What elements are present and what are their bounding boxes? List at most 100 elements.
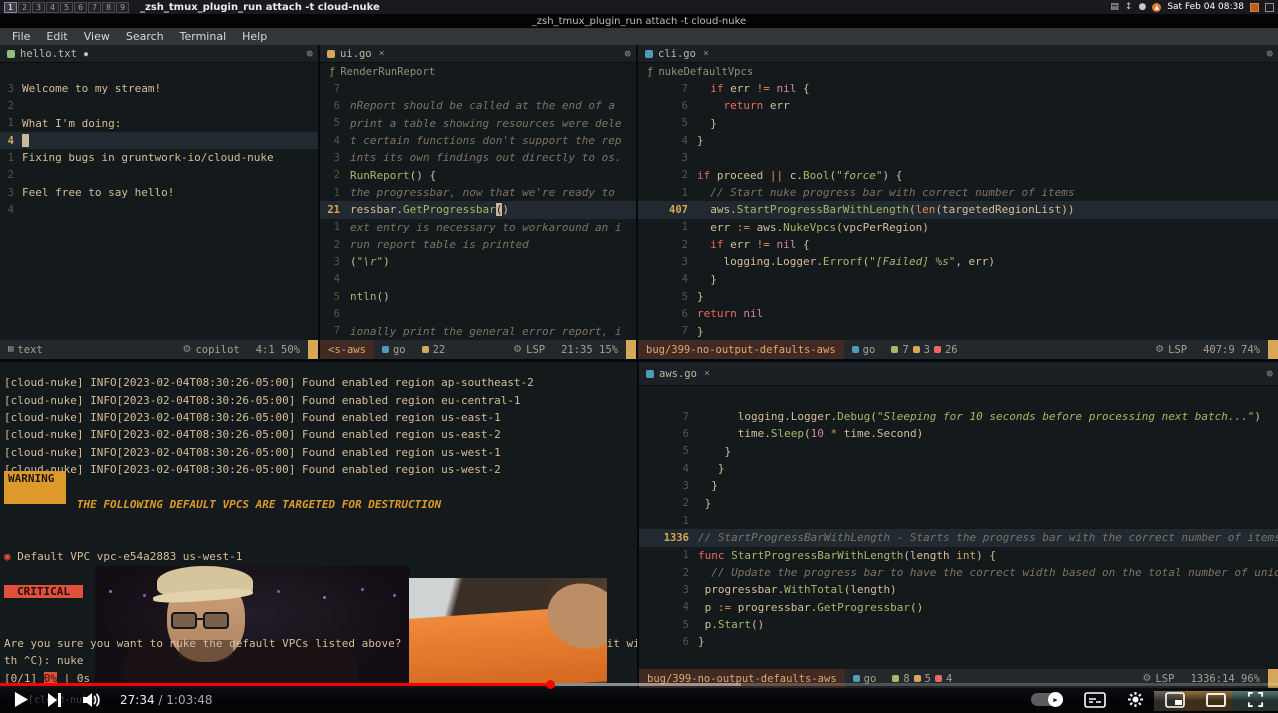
code-area[interactable]: 76nReport should be called at the end of… xyxy=(320,80,636,340)
next-button[interactable] xyxy=(48,693,62,707)
code-area[interactable]: 7 logging.Logger.Debug("Sleeping for 10 … xyxy=(639,408,1278,651)
player-controls: 27:34 / 1:03:48 ▶ xyxy=(0,686,1278,713)
tab-aws-go[interactable]: aws.go × xyxy=(644,368,710,380)
go-file-icon xyxy=(327,50,335,58)
token: ntln xyxy=(350,290,377,303)
pane-divider[interactable] xyxy=(318,45,320,359)
line-text: if proceed || c.Bool("force") { xyxy=(697,169,902,182)
pane-close-icon[interactable]: ⊗ xyxy=(1266,47,1273,60)
line-number: 1 xyxy=(638,187,697,199)
code-line: 5print a table showing resources were de… xyxy=(320,115,636,132)
tab-close-icon[interactable]: × xyxy=(379,48,385,59)
fullscreen-icon[interactable] xyxy=(1247,691,1264,708)
workspace-grid-icon[interactable] xyxy=(1250,3,1259,12)
autoplay-knob-icon: ▶ xyxy=(1048,692,1063,707)
token: Bool xyxy=(803,169,830,182)
workspace-button-6[interactable]: 6 xyxy=(74,2,87,13)
screen-record-icon[interactable]: ▲ xyxy=(1152,3,1161,12)
token: GetProgressbar xyxy=(817,601,910,614)
miniplayer-icon[interactable] xyxy=(1165,692,1185,708)
token: "Sleeping for 10 seconds before processi… xyxy=(877,410,1255,423)
clock[interactable]: Sat Feb 04 08:38 xyxy=(1167,2,1244,12)
line-text: ("\r") xyxy=(350,255,390,268)
line-text: // StartProgressBarWithLength - Starts t… xyxy=(698,531,1278,544)
editor-pane-aws-go: aws.go × ⊗ 7 logging.Logger.Debug("Sleep… xyxy=(639,362,1278,688)
vpc-bullet-icon: ◉ xyxy=(4,550,11,563)
settings-gear-icon[interactable] xyxy=(1127,691,1144,708)
code-line: 7 logging.Logger.Debug("Sleeping for 10 … xyxy=(639,408,1278,425)
terminal-line: [cloud-nuke] INFO[2023-02-04T08:30:26-05… xyxy=(4,461,637,478)
pane-close-icon[interactable]: ⊗ xyxy=(1266,367,1273,380)
active-window-title: _zsh_tmux_plugin_run attach -t cloud-nuk… xyxy=(140,2,380,13)
line-number: 1 xyxy=(320,187,350,199)
code-area[interactable]: 3Welcome to my stream!21What I'm doing:4… xyxy=(0,80,318,340)
line-text: run report table is printed xyxy=(350,238,529,251)
line-text: if err != nil { xyxy=(697,238,810,251)
line-number: 1336 xyxy=(639,532,698,544)
code-line: 2 // Update the progress bar to have the… xyxy=(639,564,1278,581)
go-file-icon xyxy=(645,50,653,58)
pane-divider[interactable] xyxy=(637,362,639,688)
volume-icon[interactable] xyxy=(81,692,101,708)
workspace-button-4[interactable]: 4 xyxy=(46,2,59,13)
menu-file[interactable]: File xyxy=(4,30,38,43)
workspace-button-1[interactable]: 1 xyxy=(4,2,17,13)
menu-view[interactable]: View xyxy=(76,30,118,43)
pane-close-icon[interactable]: ⊗ xyxy=(306,47,313,60)
subtitles-icon[interactable] xyxy=(1084,692,1106,708)
pane-close-icon[interactable]: ⊗ xyxy=(624,47,631,60)
time-display: 27:34 / 1:03:48 xyxy=(120,693,213,707)
token: t certain functions don't support the re… xyxy=(350,134,622,147)
pane-divider[interactable] xyxy=(636,45,638,359)
autoplay-toggle[interactable]: ▶ xyxy=(1031,693,1063,706)
player-right-controls: ▶ xyxy=(1031,691,1264,708)
token: "\r" xyxy=(357,255,384,268)
code-line: 5 } xyxy=(638,115,1278,132)
code-line: 3 progressbar.WithTotal(length) xyxy=(639,581,1278,598)
tab-close-icon[interactable]: × xyxy=(703,48,709,59)
menu-help[interactable]: Help xyxy=(234,30,275,43)
token xyxy=(22,134,29,147)
token xyxy=(4,498,77,511)
workspace-button-3[interactable]: 3 xyxy=(32,2,45,13)
network-icon[interactable]: ↕ xyxy=(1125,3,1133,12)
volume-tray-icon[interactable]: ● xyxy=(1138,3,1146,12)
code-line xyxy=(0,323,318,340)
tab-hello-txt[interactable]: hello.txt ● xyxy=(5,48,88,60)
git-branch[interactable]: bug/399-no-output-defaults-aws xyxy=(638,340,844,359)
session-icon[interactable] xyxy=(1265,3,1274,12)
menu-edit[interactable]: Edit xyxy=(38,30,75,43)
token: err xyxy=(770,99,790,112)
line-number: 1 xyxy=(638,221,697,233)
menu-terminal[interactable]: Terminal xyxy=(172,30,235,43)
added-diagnostic-icon xyxy=(892,675,899,682)
code-area[interactable]: 7 if err != nil {6 return err5 }4}32if p… xyxy=(638,80,1278,340)
code-line: 7ionally print the general error report,… xyxy=(320,323,636,340)
tab-ui-go[interactable]: ui.go × xyxy=(325,48,385,60)
line-number: 2 xyxy=(0,169,22,181)
token: } xyxy=(698,479,718,492)
pane-divider[interactable] xyxy=(0,359,1278,362)
git-branch[interactable]: <s-aws xyxy=(320,340,374,359)
code-line: 1func StartProgressBarWithLength(length … xyxy=(639,547,1278,564)
menu-search[interactable]: Search xyxy=(118,30,172,43)
go-icon xyxy=(852,346,859,353)
workspace-button-7[interactable]: 7 xyxy=(88,2,101,13)
play-button[interactable] xyxy=(14,691,29,708)
code-line: 2RunReport() { xyxy=(320,167,636,184)
workspace-button-5[interactable]: 5 xyxy=(60,2,73,13)
desktop-panel: 123456789 _zsh_tmux_plugin_run attach -t… xyxy=(0,0,1278,14)
workspace-button-9[interactable]: 9 xyxy=(116,2,129,13)
workspace-button-8[interactable]: 8 xyxy=(102,2,115,13)
tab-close-icon[interactable]: × xyxy=(704,368,710,379)
tab-cli-go[interactable]: cli.go × xyxy=(643,48,709,60)
line-number: 5 xyxy=(639,619,698,631)
theater-mode-icon[interactable] xyxy=(1206,693,1226,707)
indicator-icon[interactable]: ▤ xyxy=(1110,3,1119,12)
token: := xyxy=(718,601,738,614)
token: StartProgressBarWithLength xyxy=(731,549,903,562)
token: [cloud-nuke] INFO[2023-02-04T08:30:26-05… xyxy=(4,411,501,424)
workspace-switcher[interactable]: 123456789 xyxy=(4,2,130,13)
workspace-button-2[interactable]: 2 xyxy=(18,2,31,13)
token: [cloud-nuke] INFO[2023-02-04T08:30:26-05… xyxy=(4,428,501,441)
